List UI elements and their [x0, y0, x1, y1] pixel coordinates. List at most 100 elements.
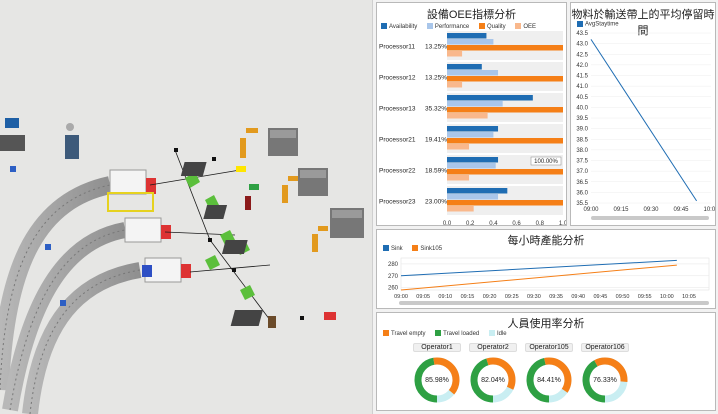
item-yellow — [236, 166, 246, 172]
staytime-xtick: 09:45 — [673, 207, 689, 213]
throughput-chart[interactable]: 280 270 260 09:00 09:05 09:10 09:15 09:20 09:25 0… — [377, 252, 715, 306]
staytime-scrollbar[interactable] — [591, 216, 709, 220]
staytime-ytick: 39.0 — [576, 127, 588, 133]
throughput-xtick: 09:15 — [461, 294, 475, 300]
legend-item[interactable]: Sink — [383, 245, 403, 252]
oee-row-label: Processor12 — [379, 75, 416, 82]
machine-1 — [268, 128, 298, 156]
staytime-line — [590, 39, 698, 202]
oee-xtick: 0.4 — [489, 221, 498, 225]
throughput-xtick: 09:50 — [616, 294, 630, 300]
throughput-xtick: 10:05 — [682, 294, 696, 300]
oee-bar — [447, 132, 494, 138]
queue-pad — [221, 240, 248, 254]
operator-figure-2 — [268, 316, 276, 328]
staytime-ytick: 37.0 — [576, 169, 588, 175]
oee-bar — [447, 138, 563, 144]
oee-bar — [447, 144, 470, 150]
oee-bar — [447, 101, 503, 107]
staytime-ytick: 42.5 — [576, 52, 588, 58]
oee-row-pct: 35.32% — [425, 106, 447, 113]
oee-bar — [447, 126, 499, 132]
staff-legend: Travel empty Travel loaded Idle — [383, 330, 515, 337]
legend-item[interactable]: Travel loaded — [435, 330, 479, 337]
donut-value: 82.04% — [481, 377, 505, 384]
staff-panel: 人員使用率分析 Travel empty Travel loaded Idle … — [376, 312, 716, 411]
staytime-chart[interactable]: 43.5 43.0 42.5 42.0 41.5 41.0 40.5 40.0 39.5 39.0… — [571, 27, 715, 223]
oee-bar — [447, 95, 533, 101]
throughput-xtick: 09:05 — [416, 294, 430, 300]
oee-row-label: Processor13 — [379, 106, 416, 113]
staytime-ytick: 42.0 — [576, 63, 588, 69]
staytime-ytick: 38.0 — [576, 148, 588, 154]
oee-bar — [447, 33, 487, 39]
throughput-xtick: 09:30 — [527, 294, 541, 300]
oee-bar — [447, 194, 499, 200]
machine-3 — [330, 208, 364, 238]
oee-row-label: Processor21 — [379, 137, 416, 144]
oee-chart[interactable]: Processor11 13.25% Processor12 13.25% Proces… — [377, 29, 566, 225]
operator-donut[interactable]: 76.33% — [580, 355, 630, 405]
oee-bar — [447, 45, 563, 51]
legend-item[interactable]: Travel empty — [383, 330, 425, 337]
item-green — [249, 184, 259, 190]
operator-name: Operator105 — [525, 343, 573, 352]
oee-bar — [447, 70, 499, 76]
throughput-panel: 每小時產能分析 Sink Sink105 280 270 260 09:00 09:05… — [376, 229, 716, 309]
operator-donut[interactable]: 84.41% — [524, 355, 574, 405]
throughput-xtick: 09:45 — [594, 294, 608, 300]
oee-bar — [447, 64, 482, 70]
legend-item[interactable]: Sink105 — [412, 245, 442, 252]
app-root: 設備OEE指標分析 Availability Performance Quali… — [0, 0, 718, 414]
throughput-xtick: 09:20 — [483, 294, 497, 300]
oee-bar — [447, 188, 508, 194]
staff-title: 人員使用率分析 — [507, 318, 585, 330]
oee-xtick: 0.8 — [536, 221, 545, 225]
oee-row-label: Processor22 — [379, 168, 416, 175]
throughput-xtick: 09:10 — [438, 294, 452, 300]
oee-tooltip-text: 100.00% — [534, 159, 558, 165]
kiosk-machine — [65, 135, 79, 159]
scene-svg[interactable] — [0, 0, 372, 414]
oee-bar — [447, 157, 499, 163]
operator-name: Operator2 — [469, 343, 517, 352]
oee-row-pct: 18.59% — [425, 168, 447, 175]
donut-value: 84.41% — [537, 377, 561, 384]
throughput-xtick: 09:25 — [505, 294, 519, 300]
legend-item[interactable]: Idle — [488, 330, 507, 337]
throughput-scrollbar[interactable] — [399, 301, 709, 305]
oee-row-pct: 23.00% — [425, 199, 447, 206]
oee-bar — [447, 169, 563, 175]
oee-bar — [447, 113, 488, 119]
operator-name: Operator1 — [413, 343, 461, 352]
throughput-xtick: 09:00 — [394, 294, 408, 300]
simulation-3d-view[interactable] — [0, 0, 372, 414]
sink-pad — [230, 310, 263, 326]
staytime-xtick: 09:15 — [613, 207, 629, 213]
oee-xtick: 0.6 — [512, 221, 521, 225]
item-marker — [45, 244, 51, 250]
operator-donut[interactable]: 82.04% — [468, 355, 518, 405]
staytime-ytick: 41.0 — [576, 84, 588, 90]
oee-bar — [447, 206, 474, 212]
staytime-ytick: 43.0 — [576, 42, 588, 48]
oee-xtick: 1.0 — [559, 221, 566, 225]
queue-pad — [203, 205, 228, 219]
oee-bar — [447, 200, 563, 206]
oee-panel: 設備OEE指標分析 Availability Performance Quali… — [376, 2, 567, 226]
oee-bar — [447, 107, 563, 113]
throughput-ytick: 270 — [388, 274, 399, 280]
oee-row-label: Processor11 — [379, 44, 415, 51]
oee-bar — [447, 39, 494, 45]
machine-2 — [298, 168, 328, 196]
throughput-ytick: 280 — [388, 262, 399, 268]
throughput-ytick: 260 — [388, 286, 399, 292]
staytime-ytick: 39.5 — [576, 116, 588, 122]
donut-value: 85.98% — [425, 377, 449, 384]
dashboard-panel: 設備OEE指標分析 Availability Performance Quali… — [372, 0, 718, 414]
operator-donut[interactable]: 85.98% — [412, 355, 462, 405]
staytime-ytick: 40.0 — [576, 105, 588, 111]
source-box — [5, 118, 19, 128]
monitor-stand — [0, 135, 25, 151]
oee-bar — [447, 175, 470, 181]
